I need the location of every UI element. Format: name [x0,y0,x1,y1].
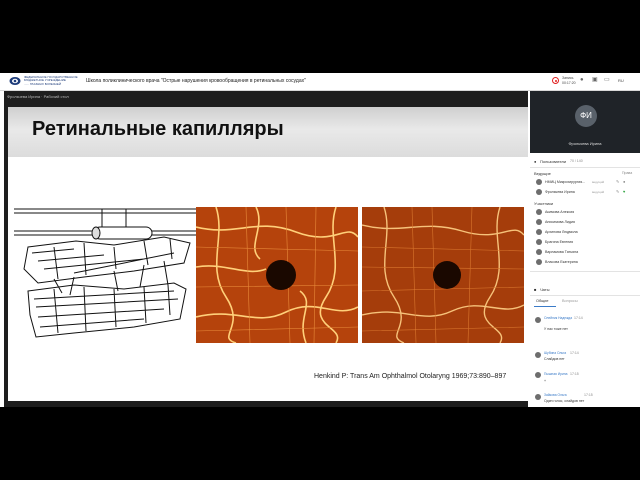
participant-row[interactable]: Варламова Татьяна [536,249,636,257]
record-status: Запись 00:17:20 [562,76,576,85]
slide-title: Ретинальные капилляры [32,118,284,140]
host-row[interactable]: Фрольчева Ирина ведущий ✎ ♥ [536,189,636,197]
chat-message-time: 17:14 [570,351,579,355]
active-tab-indicator [534,306,556,307]
chats-label[interactable]: Чаты [540,287,550,292]
chat-message-text: + [544,379,547,383]
participant-row[interactable]: Брагина Евгения [536,239,636,247]
avatar: ФИ [575,105,597,127]
participant-row[interactable]: Анисимова Лидия [536,219,636,227]
avatar [536,189,542,195]
chat-message-text: У нас тоже нет [544,327,568,331]
tab-questions[interactable]: Вопросы [562,299,578,303]
presentation-stage: Фрольчева Ирина · Рабочий стол Ретинальн… [4,91,528,407]
avatar [535,372,541,378]
chat-message-author: Шубина Ольга [544,351,567,355]
presenter-camera: ФИ Фрольчева Ирина [530,91,640,153]
top-bar: ФЕДЕРАЛЬНОЕ ГОСУДАРСТВЕННОЕ БЮДЖЕТНОЕ УЧ… [0,73,640,91]
avatar [536,239,542,245]
oct-angiography-image-left [196,207,358,343]
oct-angiography-image-right [362,207,524,343]
avatar [535,352,541,358]
participants-label: Участники [534,201,554,206]
chat-message-author: Пышная Ирина [544,372,568,376]
avatar [536,179,542,185]
citation: Henkind P: Trans Am Ophthalmol Otolaryng… [314,373,507,380]
chat-message-time: 17:14 [574,316,583,320]
avatar [535,394,541,400]
webinar-app: ФЕДЕРАЛЬНОЕ ГОСУДАРСТВЕННОЕ БЮДЖЕТНОЕ УЧ… [0,73,640,407]
divider [530,271,640,272]
users-label[interactable]: Пользователи [540,159,566,164]
screen-icon[interactable]: ▭ [604,77,610,84]
chat-message-text: Один голос, слайдов нет [544,399,585,403]
chat-message-author: Олейник Надежда [544,316,573,320]
rights-label[interactable]: Права [622,171,632,175]
mic-icon[interactable]: ● [623,179,625,185]
pencil-icon[interactable]: ✎ [616,179,619,185]
capillary-diagram [14,208,196,338]
camera-icon[interactable]: ▣ [592,77,598,84]
participant-row[interactable]: Архипова Людмила [536,229,636,237]
chat-message-author: Зайкова Ольга [544,393,567,397]
record-icon[interactable] [552,77,559,84]
users-count: 70 / 140 [570,159,583,163]
hosts-label: Ведущие [534,171,551,176]
tab-general[interactable]: Общие [536,299,549,303]
mic-icon[interactable]: ♥ [623,189,625,195]
avatar [535,317,541,323]
language-selector[interactable]: RU [618,78,624,83]
users-icon: ● [534,159,537,164]
avatar [536,249,542,255]
divider [530,295,640,296]
camera-name: Фрольчева Ирина [568,141,602,146]
divider [530,167,640,168]
avatar [536,209,542,215]
chat-icon: ■ [534,287,537,292]
chat-message-time: 17:15 [584,393,593,397]
chat-message-time: 17:15 [570,372,579,376]
webinar-title: Школа поликлинического врача "Острые нар… [86,78,306,84]
avatar [536,259,542,265]
avatar [536,229,542,235]
participant-row[interactable]: Акимова Алексия [536,209,636,217]
avatar [536,219,542,225]
logo-icon [9,77,21,85]
host-row[interactable]: НМИЦ Микрохирургия... ведущий ✎ ● [536,179,636,187]
organization-name: ФЕДЕРАЛЬНОЕ ГОСУДАРСТВЕННОЕ БЮДЖЕТНОЕ УЧ… [24,76,78,86]
presenter-label: Фрольчева Ирина · Рабочий стол [7,94,69,99]
participant-row[interactable]: Власова Екатерина [536,259,636,267]
slide-header: Ретинальные капилляры [8,107,528,157]
chat-message-text: Слайдов нет [544,357,565,361]
mic-icon[interactable]: ● [580,77,584,84]
slide: Ретинальные капилляры Henkind P: Trans A… [8,107,528,401]
pencil-icon[interactable]: ✎ [616,189,619,195]
sidebar: ФИ Фрольчева Ирина ● Пользователи 70 / 1… [530,91,640,407]
